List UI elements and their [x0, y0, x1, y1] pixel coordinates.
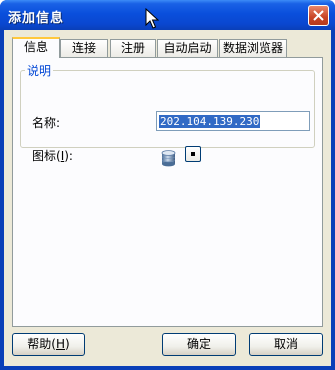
tab-label: 注册: [120, 41, 145, 55]
mouse-cursor-icon: [145, 8, 159, 29]
help-button[interactable]: 帮助(H): [12, 333, 85, 356]
tab-label: 信息: [23, 40, 48, 54]
dialog-window: 添加信息 信息 连接 注册 自动启动 数据浏览器 说明 名称: 202.104.…: [0, 0, 335, 370]
title-bar[interactable]: 添加信息: [0, 0, 335, 30]
tab-label: 数据浏览器: [222, 41, 283, 55]
help-label-prefix: 帮助(: [27, 337, 56, 351]
help-label-key: H: [55, 337, 66, 351]
tab-connection[interactable]: 连接: [60, 39, 108, 57]
ok-button[interactable]: 确定: [162, 333, 236, 356]
database-icon: [161, 150, 176, 167]
window-title: 添加信息: [8, 11, 65, 26]
cancel-button[interactable]: 取消: [249, 333, 323, 356]
tab-autostart[interactable]: 自动启动: [157, 39, 218, 57]
dialog-client: 信息 连接 注册 自动启动 数据浏览器 说明 名称: 202.104.139.2…: [4, 30, 331, 366]
ok-label: 确定: [186, 337, 211, 351]
name-label: 名称:: [32, 116, 61, 130]
icon-picker-button[interactable]: [185, 146, 201, 162]
cancel-label: 取消: [273, 337, 298, 351]
close-button[interactable]: [308, 5, 329, 26]
icon-label-prefix: 图标(: [32, 149, 61, 163]
tab-data-browser[interactable]: 数据浏览器: [219, 39, 287, 57]
name-input[interactable]: 202.104.139.230: [156, 111, 310, 131]
tab-panel-info: 说明 名称: 202.104.139.230 图标(I):: [12, 57, 323, 327]
icon-label-suffix: ):: [64, 149, 73, 163]
description-group: [20, 70, 315, 148]
dot-icon: [191, 152, 195, 156]
close-icon: [313, 10, 324, 21]
icon-label: 图标(I):: [32, 147, 73, 164]
name-value: 202.104.139.230: [159, 115, 261, 128]
help-label-suffix: ): [65, 337, 70, 351]
tab-label: 自动启动: [163, 41, 212, 55]
tab-register[interactable]: 注册: [110, 39, 156, 57]
tab-label: 连接: [71, 41, 96, 55]
tab-info[interactable]: 信息: [12, 37, 60, 58]
group-title: 说明: [25, 62, 54, 79]
